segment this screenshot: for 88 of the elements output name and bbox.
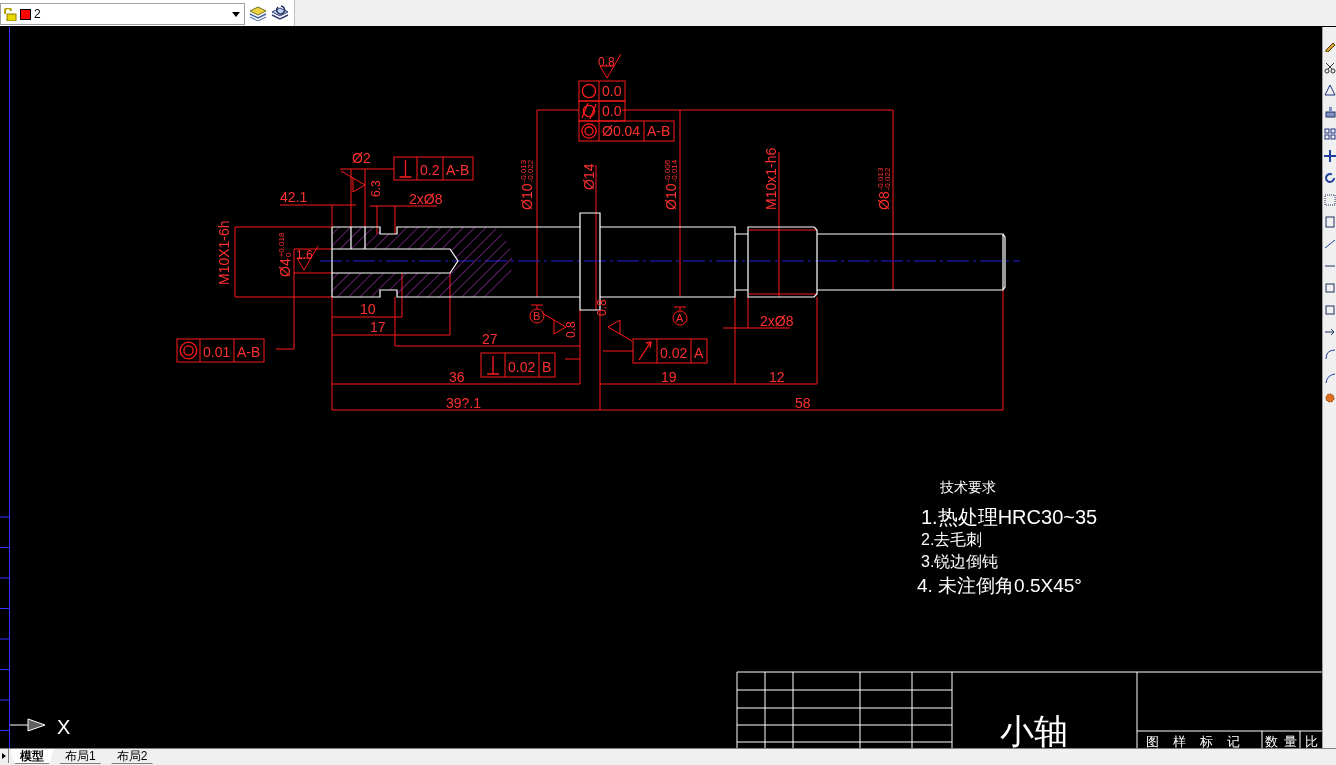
tolerance-value: A-B: [647, 123, 671, 139]
scroll-arrow-icon[interactable]: [0, 749, 9, 763]
layers-icon[interactable]: [271, 5, 289, 21]
title-block-header: 图样标记: [1146, 734, 1254, 748]
axis-label: X: [57, 716, 71, 738]
roughness-symbol-icon: [599, 53, 622, 79]
dimension-label: 27: [482, 331, 498, 347]
roughness-symbol-icon: [340, 170, 366, 193]
tolerance-value: 0.2: [420, 162, 440, 178]
tolerance-value: 0.02: [508, 359, 536, 375]
note-text: 3.锐边倒钝: [921, 553, 999, 570]
grid-icon[interactable]: [1324, 128, 1336, 140]
line-icon[interactable]: [1324, 238, 1336, 250]
dimension-label: Ø2: [352, 150, 371, 166]
tolerance-value: A-B: [446, 162, 470, 178]
tolerance-frame: [578, 80, 626, 102]
triangle-icon[interactable]: [1324, 84, 1336, 96]
roughness-value: 6.3: [369, 180, 383, 197]
tolerance-value: A-B: [237, 344, 261, 360]
square-icon[interactable]: [1324, 282, 1336, 294]
rotate-icon[interactable]: [1324, 172, 1336, 184]
tolerance-value: A: [694, 345, 704, 361]
roughness-value: 0.8: [595, 299, 609, 316]
concentric-circles-icon: [179, 341, 198, 360]
tolerance-label: +0.018 0: [277, 232, 293, 258]
layers-icon[interactable]: [249, 5, 267, 21]
move-icon[interactable]: [1324, 150, 1336, 162]
dimension-label: Ø10: [519, 183, 535, 210]
perpendicular-icon: [486, 355, 500, 375]
roughness-symbol-icon: [296, 245, 319, 271]
square-icon[interactable]: [1324, 304, 1336, 316]
note-text: 1.热处理HRC30~35: [921, 506, 1098, 528]
dimension-label: 17: [370, 319, 386, 335]
perpendicular-icon: [398, 159, 413, 178]
roughness-symbol-icon: [607, 319, 633, 342]
tolerance-value: 0.0: [602, 83, 622, 99]
dimension-label: Ø8: [876, 191, 892, 210]
tolerance-label: -0.013 -0.022: [519, 159, 535, 183]
dimension-label: M10X1-6h: [216, 220, 232, 285]
part-name: 小轴: [1000, 712, 1068, 748]
roughness-value: 0.8: [598, 55, 615, 69]
scissors-icon[interactable]: [1324, 62, 1336, 74]
tolerance-value: 0.02: [660, 345, 688, 361]
title-block-header: 比: [1305, 734, 1318, 748]
dimension-label: 2xØ8: [760, 313, 794, 329]
tolerance-value: B: [542, 359, 552, 375]
title-block-header: 数量: [1265, 734, 1303, 748]
curve-icon[interactable]: [1324, 348, 1336, 360]
tolerance-label: -0.006 -0.014: [663, 159, 679, 183]
datum-label: A: [676, 312, 684, 324]
dimension-label: 12: [769, 369, 785, 385]
notes-title: 技术要求: [940, 479, 996, 495]
layout-tab[interactable]: 模型: [10, 749, 54, 764]
circle-slash-icon: [581, 102, 597, 120]
lock-icon: [3, 7, 17, 21]
concentric-circles-icon: [581, 123, 597, 139]
tolerance-value: 0.01: [203, 344, 231, 360]
dimension-label: 39?.1: [446, 395, 482, 411]
dimension-label: Ø4: [277, 258, 293, 277]
roughness-value: 0.8: [564, 321, 578, 338]
note-text: 4. 未注倒角0.5X45°: [917, 575, 1082, 596]
tolerance-label: -0.013 -0.022: [876, 167, 892, 191]
dimension-label: 10: [360, 301, 376, 317]
note-text: 2.去毛刺: [921, 531, 983, 548]
gear-icon[interactable]: [1324, 392, 1336, 404]
dimension-label: 42.1: [280, 189, 308, 205]
tolerance-value: 0.0: [602, 103, 622, 119]
box-icon[interactable]: [1324, 216, 1336, 228]
dimension-label: Ø14: [581, 163, 597, 190]
dimension-label: 2xØ8: [409, 191, 443, 207]
dimension-label: Ø10: [663, 183, 679, 210]
stamp-icon[interactable]: [1324, 106, 1336, 118]
curve-icon[interactable]: [1324, 372, 1336, 384]
circle-icon: [581, 83, 597, 99]
pencil-icon[interactable]: [1324, 40, 1336, 52]
dimension-label: M10x1-h6: [763, 147, 779, 210]
roughness-value: 1.6: [296, 248, 313, 262]
caret-icon: [232, 11, 240, 17]
axis-arrow: [10, 718, 46, 732]
datum-label: B: [533, 310, 541, 322]
tolerance-value: Ø0.04: [602, 123, 641, 139]
dotted-box-icon[interactable]: [1324, 194, 1336, 206]
dimension-label: 36: [449, 369, 465, 385]
runout-arrow-icon: [638, 341, 652, 361]
layer-dropdown[interactable]: 2: [0, 3, 245, 25]
arrow-icon[interactable]: [1324, 326, 1336, 338]
dimension-label: 19: [661, 369, 677, 385]
dimension-label: 58: [795, 395, 811, 411]
